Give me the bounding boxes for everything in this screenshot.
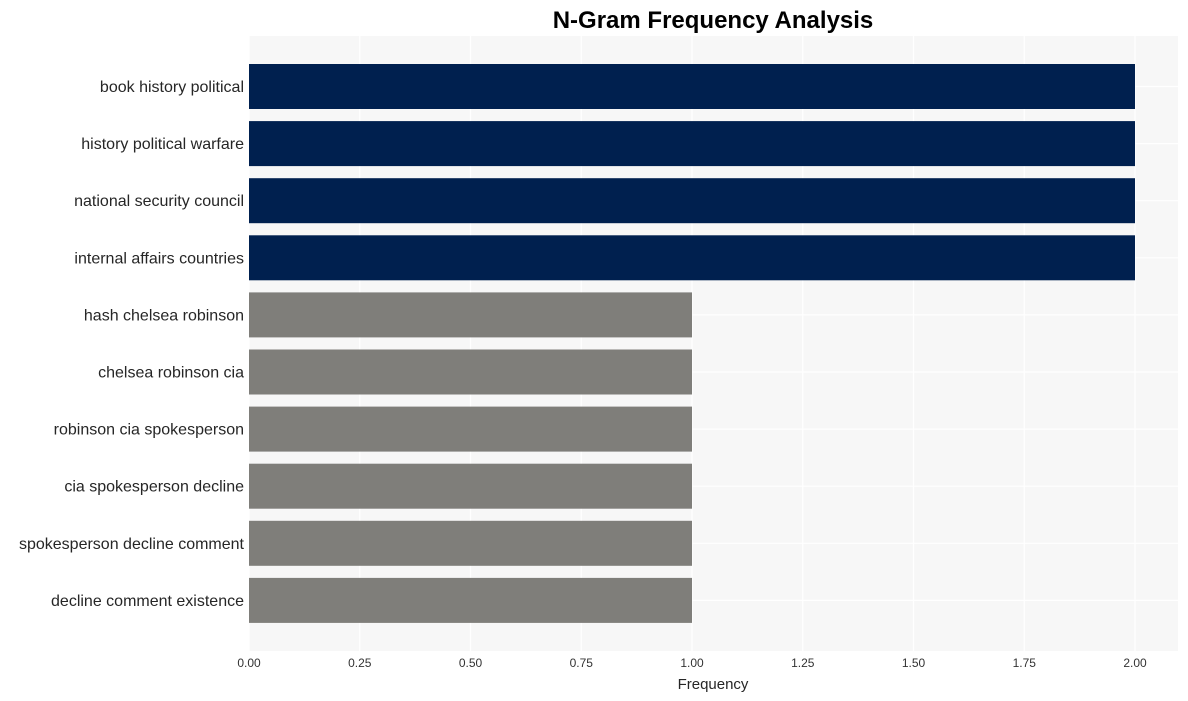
bar bbox=[249, 178, 1135, 224]
y-tick-label: national security council bbox=[74, 193, 244, 210]
bar bbox=[249, 64, 1135, 109]
y-tick-label: hash chelsea robinson bbox=[84, 307, 244, 324]
y-tick-label: robinson cia spokesperson bbox=[54, 422, 244, 439]
bar bbox=[249, 292, 692, 338]
x-tick-label: 1.00 bbox=[680, 656, 704, 670]
bar bbox=[249, 406, 692, 452]
y-tick-label: spokesperson decline comment bbox=[19, 536, 245, 553]
bar bbox=[249, 577, 692, 623]
y-tick-label: internal affairs countries bbox=[74, 250, 244, 267]
x-tick-label: 0.25 bbox=[348, 656, 372, 670]
bar bbox=[249, 349, 692, 395]
y-tick-label: book history political bbox=[100, 79, 244, 96]
x-tick-label: 2.00 bbox=[1123, 656, 1147, 670]
y-tick-label: history political warfare bbox=[81, 136, 244, 153]
bar bbox=[249, 121, 1135, 167]
x-tick-label: 0.50 bbox=[459, 656, 483, 670]
x-tick-label: 0.75 bbox=[570, 656, 594, 670]
y-axis-labels: book history political history political … bbox=[19, 79, 245, 610]
x-tick-label: 1.25 bbox=[791, 656, 815, 670]
y-tick-label: cia spokesperson decline bbox=[64, 479, 244, 496]
bar bbox=[249, 520, 692, 566]
y-tick-label: decline comment existence bbox=[51, 593, 244, 610]
x-axis-label: Frequency bbox=[678, 676, 749, 693]
ngram-frequency-chart: book history political history political … bbox=[19, 7, 1178, 693]
bar bbox=[249, 463, 692, 509]
chart-title: N-Gram Frequency Analysis bbox=[553, 7, 874, 34]
x-axis-ticks: 0.00 0.25 0.50 0.75 1.00 1.25 1.50 1.75 2.00 bbox=[237, 656, 1147, 670]
x-tick-label: 1.75 bbox=[1013, 656, 1037, 670]
x-tick-label: 1.50 bbox=[902, 656, 926, 670]
bar bbox=[249, 235, 1135, 281]
x-tick-label: 0.00 bbox=[237, 656, 261, 670]
y-tick-label: chelsea robinson cia bbox=[98, 365, 244, 382]
